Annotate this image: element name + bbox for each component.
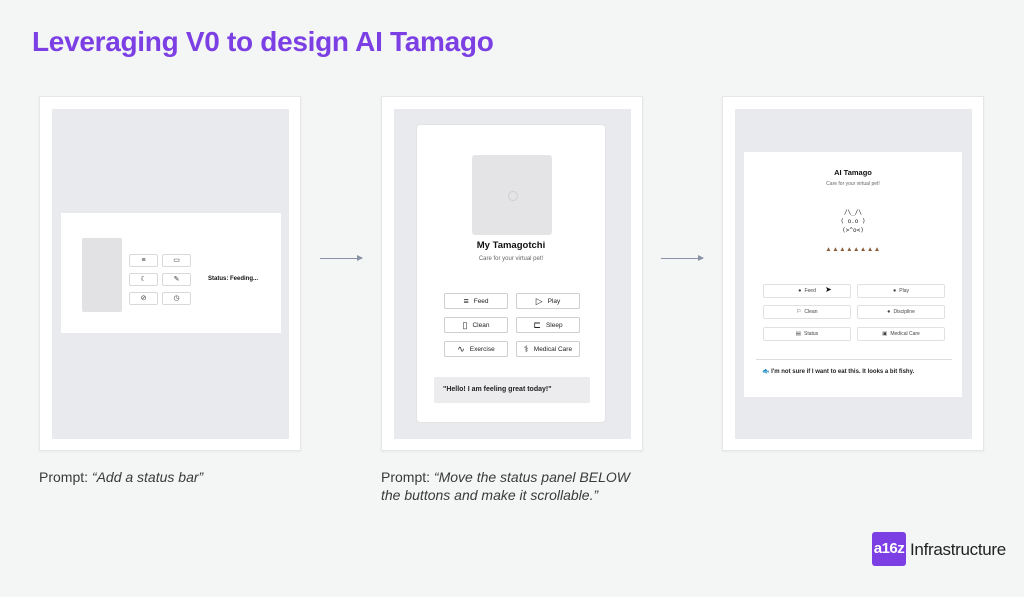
feed-button[interactable]: ● Feed bbox=[763, 284, 851, 298]
medical-icon: ⚕ bbox=[523, 343, 529, 354]
play-button[interactable]: ● Play bbox=[857, 284, 945, 298]
chart-icon: ▤ bbox=[795, 331, 801, 337]
discipline-icon: ● bbox=[887, 309, 891, 315]
status-button[interactable]: ▤ Status bbox=[763, 327, 851, 341]
play-icon: ▷ bbox=[535, 295, 543, 306]
pencil-icon: ✎ bbox=[173, 276, 180, 283]
panel-1-button-4[interactable]: ✎ bbox=[162, 273, 191, 286]
status-panel: "Hello! I am feeling great today!" bbox=[434, 377, 590, 403]
panel-1-button-3[interactable]: ☾ bbox=[129, 273, 158, 286]
feed-button[interactable]: ≡ Feed bbox=[444, 293, 508, 309]
panel-1-button-2[interactable]: ▭ bbox=[162, 254, 191, 267]
trash-icon: ▯ bbox=[462, 319, 468, 330]
status-bar-text: Status: Feeding... bbox=[208, 276, 259, 282]
moon-icon: ☾ bbox=[140, 276, 147, 283]
arrow-icon bbox=[320, 255, 363, 261]
panel-1-button-6[interactable]: ◷ bbox=[162, 292, 191, 305]
app-subtitle: Care for your virtual pet! bbox=[826, 181, 880, 187]
menu-icon: ≡ bbox=[141, 257, 146, 264]
menu-icon: ≡ bbox=[463, 295, 469, 306]
sleep-button[interactable]: ⊏ Sleep bbox=[516, 317, 580, 333]
pet-name: My Tamagotchi bbox=[476, 240, 546, 251]
pet-image-placeholder bbox=[472, 155, 552, 235]
clean-button[interactable]: ▯ Clean bbox=[444, 317, 508, 333]
logo-text: Infrastructure bbox=[910, 540, 1006, 559]
pet-image-placeholder bbox=[82, 238, 122, 312]
status-message: 🐟 I'm not sure if I want to eat this. It… bbox=[762, 369, 915, 375]
panel-3-app-frame bbox=[744, 152, 962, 397]
health-indicator: ▲▲▲▲▲▲▲▲ bbox=[825, 246, 881, 253]
clock-icon: ◷ bbox=[173, 295, 180, 302]
slide-title: Leveraging V0 to design AI Tamago bbox=[32, 26, 494, 57]
panel-1-button-1[interactable]: ≡ bbox=[129, 254, 158, 267]
caption-2: Prompt: “Move the status panel BELOW the… bbox=[381, 469, 630, 503]
exercise-button[interactable]: ∿ Exercise bbox=[444, 341, 508, 357]
food-icon: ● bbox=[798, 288, 802, 294]
activity-icon: ∿ bbox=[457, 343, 465, 354]
clean-icon: ⚐ bbox=[796, 309, 802, 315]
caption-1: Prompt: “Add a status bar” bbox=[39, 469, 204, 485]
a16z-logo: a16z bbox=[872, 532, 906, 566]
divider bbox=[756, 359, 952, 360]
app-title: AI Tamago bbox=[834, 168, 872, 177]
bed-icon: ⊏ bbox=[533, 319, 541, 330]
medical-care-button[interactable]: ▣ Medical Care bbox=[857, 327, 945, 341]
pet-subtitle: Care for your virtual pet! bbox=[478, 256, 544, 262]
arrow-icon bbox=[661, 255, 704, 261]
mouse-cursor-icon: ➤ bbox=[825, 285, 832, 294]
battery-icon: ▭ bbox=[173, 257, 180, 264]
pill-icon: ⊘ bbox=[140, 295, 147, 302]
play-icon: ● bbox=[892, 288, 897, 294]
play-button[interactable]: ▷ Play bbox=[516, 293, 580, 309]
discipline-button[interactable]: ● Discipline bbox=[857, 305, 945, 319]
medical-icon: ▣ bbox=[882, 331, 888, 337]
medical-care-button[interactable]: ⚕ Medical Care bbox=[516, 341, 580, 357]
panel-1-button-5[interactable]: ⊘ bbox=[129, 292, 158, 305]
clean-button[interactable]: ⚐ Clean bbox=[763, 305, 851, 319]
pet-ascii-art: /\_/\ ( o.o ) (>^o<) bbox=[840, 209, 866, 234]
